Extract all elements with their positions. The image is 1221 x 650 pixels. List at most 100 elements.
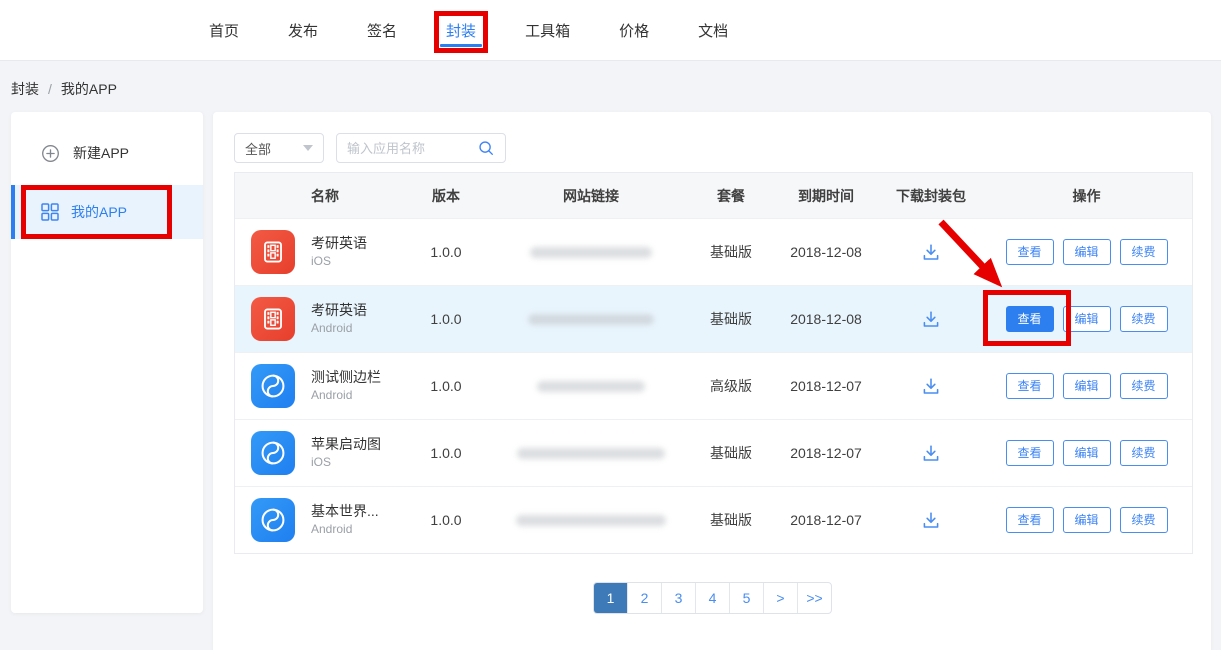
category-selected-value: 全部 xyxy=(245,139,271,158)
renew-button[interactable]: 续费 xyxy=(1120,440,1168,466)
nav-item-docs[interactable]: 文档 xyxy=(698,0,728,60)
website-link-redacted xyxy=(528,314,654,325)
sidebar-item-new-app[interactable]: 新建APP xyxy=(11,137,203,169)
grid-icon xyxy=(40,202,60,222)
nav-item-label: 封装 xyxy=(446,20,476,41)
filter-bar: 全部 xyxy=(234,133,506,163)
renew-button[interactable]: 续费 xyxy=(1120,507,1168,533)
app-name: 基本世界... xyxy=(311,502,379,520)
header-link: 网站链接 xyxy=(491,186,691,206)
view-button-highlighted[interactable]: 查看 xyxy=(1006,306,1054,332)
top-header: 首页 发布 签名 封装 工具箱 价格 文档 xyxy=(0,0,1221,61)
nav-item-home[interactable]: 首页 xyxy=(209,0,239,60)
expiry-date: 2018-12-07 xyxy=(771,445,881,461)
app-version: 1.0.0 xyxy=(401,244,491,260)
header-actions: 操作 xyxy=(981,186,1192,206)
category-select[interactable]: 全部 xyxy=(234,133,324,163)
view-button[interactable]: 查看 xyxy=(1006,373,1054,399)
app-platform: Android xyxy=(311,522,379,538)
plan: 高级版 xyxy=(691,376,771,396)
renew-button[interactable]: 续费 xyxy=(1120,239,1168,265)
table-row[interactable]: 考研英语 Android 1.0.0 基础版 2018-12-08 查看 编辑 … xyxy=(235,285,1192,352)
app-platform: iOS xyxy=(311,455,381,471)
breadcrumb: 封装 / 我的APP xyxy=(11,79,117,99)
breadcrumb-section[interactable]: 封装 xyxy=(11,81,39,97)
page-button-4[interactable]: 4 xyxy=(696,583,730,613)
page-button-2[interactable]: 2 xyxy=(628,583,662,613)
breadcrumb-current: 我的APP xyxy=(61,81,117,97)
header-download: 下载封装包 xyxy=(881,186,981,206)
website-link-redacted xyxy=(516,515,666,526)
nav-item-publish[interactable]: 发布 xyxy=(288,0,318,60)
edit-button[interactable]: 编辑 xyxy=(1063,507,1111,533)
app-version: 1.0.0 xyxy=(401,445,491,461)
table-row[interactable]: 苹果启动图 iOS 1.0.0 基础版 2018-12-07 查看 编辑 续费 xyxy=(235,419,1192,486)
view-button[interactable]: 查看 xyxy=(1006,239,1054,265)
page-button-5[interactable]: 5 xyxy=(730,583,764,613)
download-icon[interactable] xyxy=(920,375,942,397)
expiry-date: 2018-12-08 xyxy=(771,244,881,260)
app-version: 1.0.0 xyxy=(401,378,491,394)
app-name: 测试侧边栏 xyxy=(311,368,381,386)
table-row[interactable]: 基本世界... Android 1.0.0 基础版 2018-12-07 查看 … xyxy=(235,486,1192,553)
main-content: 全部 名称 版本 网站链接 套餐 到期时间 下载封装包 操作 考研英语 iOS xyxy=(213,112,1211,650)
app-version: 1.0.0 xyxy=(401,512,491,528)
page-button-1[interactable]: 1 xyxy=(594,583,628,613)
search-icon[interactable] xyxy=(477,139,495,157)
expiry-date: 2018-12-07 xyxy=(771,512,881,528)
view-button[interactable]: 查看 xyxy=(1006,440,1054,466)
page-next-button[interactable]: > xyxy=(764,583,798,613)
breadcrumb-separator: / xyxy=(48,81,52,97)
download-icon[interactable] xyxy=(920,509,942,531)
app-platform: iOS xyxy=(311,254,367,270)
renew-button[interactable]: 续费 xyxy=(1120,373,1168,399)
film-app-icon xyxy=(251,297,295,341)
download-icon[interactable] xyxy=(920,308,942,330)
table-row[interactable]: 考研英语 iOS 1.0.0 基础版 2018-12-08 查看 编辑 续费 xyxy=(235,218,1192,285)
film-app-icon xyxy=(251,230,295,274)
edit-button[interactable]: 编辑 xyxy=(1063,373,1111,399)
search-box xyxy=(336,133,506,163)
pagination: 1 2 3 4 5 > >> xyxy=(234,582,1191,614)
header-name: 名称 xyxy=(311,186,401,206)
sidebar-item-label: 我的APP xyxy=(71,202,127,222)
plan: 基础版 xyxy=(691,443,771,463)
renew-button[interactable]: 续费 xyxy=(1120,306,1168,332)
header-expiry: 到期时间 xyxy=(771,186,881,206)
main-nav: 首页 发布 签名 封装 工具箱 价格 文档 xyxy=(209,0,728,60)
table-header-row: 名称 版本 网站链接 套餐 到期时间 下载封装包 操作 xyxy=(235,173,1192,218)
sidebar-item-label: 新建APP xyxy=(73,143,129,163)
app-table: 名称 版本 网站链接 套餐 到期时间 下载封装包 操作 考研英语 iOS 1.0… xyxy=(234,172,1193,554)
sidebar-item-my-app[interactable]: 我的APP xyxy=(11,185,203,239)
chevron-down-icon xyxy=(303,145,313,151)
edit-button[interactable]: 编辑 xyxy=(1063,440,1111,466)
edit-button[interactable]: 编辑 xyxy=(1063,306,1111,332)
nav-item-price[interactable]: 价格 xyxy=(619,0,649,60)
nav-item-sign[interactable]: 签名 xyxy=(367,0,397,60)
page-button-3[interactable]: 3 xyxy=(662,583,696,613)
app-platform: Android xyxy=(311,321,367,337)
download-icon[interactable] xyxy=(920,241,942,263)
table-row[interactable]: 测试侧边栏 Android 1.0.0 高级版 2018-12-07 查看 编辑… xyxy=(235,352,1192,419)
plan: 基础版 xyxy=(691,309,771,329)
view-button[interactable]: 查看 xyxy=(1006,507,1054,533)
website-link-redacted xyxy=(530,247,652,258)
plus-circle-icon xyxy=(41,144,60,163)
nav-item-package[interactable]: 封装 xyxy=(446,0,476,60)
s-circle-app-icon xyxy=(251,431,295,475)
app-name: 苹果启动图 xyxy=(311,435,381,453)
header-version: 版本 xyxy=(401,186,491,206)
s-circle-app-icon xyxy=(251,364,295,408)
s-circle-app-icon xyxy=(251,498,295,542)
app-version: 1.0.0 xyxy=(401,311,491,327)
page-last-button[interactable]: >> xyxy=(798,583,831,613)
header-plan: 套餐 xyxy=(691,186,771,206)
app-platform: Android xyxy=(311,388,381,404)
edit-button[interactable]: 编辑 xyxy=(1063,239,1111,265)
app-name: 考研英语 xyxy=(311,301,367,319)
nav-item-toolbox[interactable]: 工具箱 xyxy=(525,0,570,60)
plan: 基础版 xyxy=(691,510,771,530)
search-input[interactable] xyxy=(347,141,459,156)
download-icon[interactable] xyxy=(920,442,942,464)
expiry-date: 2018-12-08 xyxy=(771,311,881,327)
